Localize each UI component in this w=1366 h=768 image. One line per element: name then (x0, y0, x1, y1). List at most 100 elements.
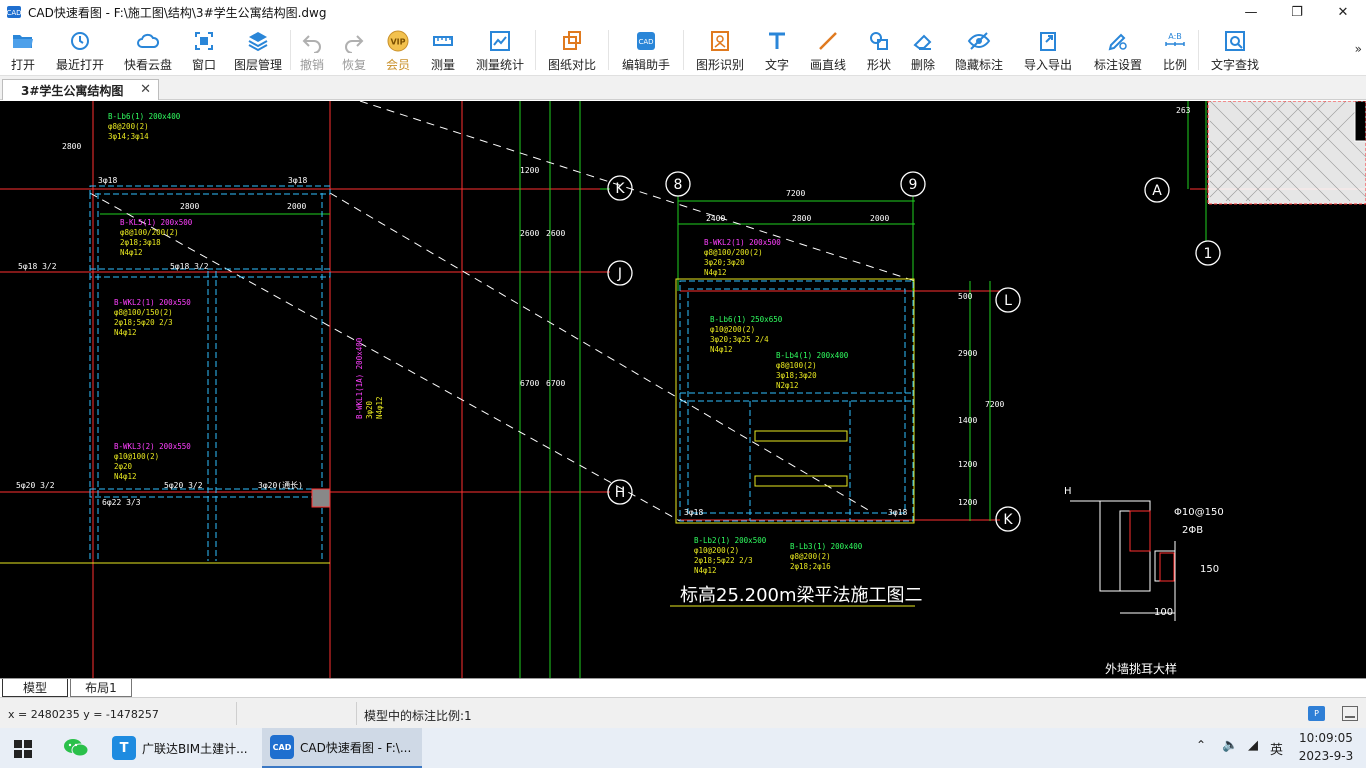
detail-label-2b: 2ΦB (1182, 525, 1203, 536)
cad-app-icon: CAD (6, 6, 22, 18)
taskbar-cad[interactable]: CAD CAD快速看图 - F:\... (262, 728, 422, 768)
speaker-icon[interactable]: 🔈 (1222, 738, 1238, 753)
clock-date[interactable]: 2023-9-3 (1296, 749, 1356, 763)
measure-button[interactable]: 测量 (421, 24, 465, 76)
close-tab-icon[interactable]: ✕ (140, 82, 151, 97)
beam-kl5: B-KL5(1) 200x500 (120, 218, 193, 227)
annotation-settings-icon (1108, 33, 1127, 51)
axis-label-1: 1 (1204, 246, 1213, 262)
beam-wkl2-bars: 2φ18;5φ20 2/3 (114, 318, 173, 327)
axis-label-j: J (617, 266, 622, 282)
document-tab[interactable]: 3#学生公寓结构图 ✕ (2, 79, 159, 100)
measure-stats-label: 测量统计 (475, 58, 524, 72)
edit-assistant-button[interactable]: CAD 编辑助手 (609, 24, 683, 76)
clock-time[interactable]: 10:09:05 (1296, 731, 1356, 745)
beam-wkl2-n: N4φ12 (114, 328, 137, 337)
beam-lb2-stirrup: φ10@200(2) (694, 546, 739, 555)
text-button[interactable]: 文字 (756, 24, 798, 76)
dim-1200-b: 1200 (958, 498, 977, 507)
line-label: 画直线 (809, 58, 846, 72)
cloud-label: 快看云盘 (123, 58, 172, 72)
ime-indicator[interactable]: 英 (1270, 739, 1283, 758)
svg-text:CAD: CAD (638, 38, 653, 46)
delete-button[interactable]: 删除 (900, 24, 946, 76)
redo-icon (345, 35, 364, 53)
beam-kl5-bars: 2φ18;3φ18 (120, 238, 161, 247)
scale-button[interactable]: A:B 比例 (1152, 24, 1198, 76)
axis-label-a: A (1152, 183, 1162, 199)
beam-kl5-stirrup: φ8@100/200(2) (120, 228, 179, 237)
windows-taskbar: T 广联达BIM土建计... CAD CAD快速看图 - F:\... ⌃ 🔈 … (0, 728, 1366, 768)
network-icon[interactable]: ◢ (1248, 738, 1258, 753)
dim-v-6700-b: 6700 (546, 379, 565, 388)
dim-1200-a: 1200 (958, 460, 977, 469)
layers-icon (248, 32, 268, 52)
redo-button[interactable]: 恢复 (333, 24, 375, 76)
text-icon (769, 32, 785, 49)
title-bar: CAD CAD快速看图 - F:\施工图\结构\3#学生公寓结构图.dwg — … (0, 0, 1366, 24)
beam-lb6-right-n: N4φ12 (710, 345, 733, 354)
axis-label-9: 9 (909, 177, 918, 193)
paper-mode-icon[interactable]: P (1308, 706, 1325, 721)
maximize-button[interactable]: ❐ (1274, 0, 1320, 24)
dim-v-2600-b: 2600 (546, 229, 565, 238)
windows-start-icon[interactable] (14, 740, 32, 758)
coordinate-readout: x = 2480235 y = -1478257 (8, 708, 159, 721)
beam-lb2: B-Lb2(1) 200x500 (694, 536, 767, 545)
window-button[interactable]: 窗口 (182, 24, 226, 76)
taskbar-glodon[interactable]: T 广联达BIM土建计... (106, 728, 258, 768)
beam-lb6-right-stirrup: φ10@200(2) (710, 325, 755, 334)
taskbar-glodon-label: 广联达BIM土建计... (142, 741, 248, 756)
taskbar-wechat[interactable] (56, 728, 96, 768)
minimize-button[interactable]: — (1228, 0, 1274, 24)
scale-label: 比例 (1162, 58, 1187, 72)
hide-annotation-label: 隐藏标注 (954, 58, 1003, 72)
cloud-button[interactable]: 快看云盘 (114, 24, 182, 76)
eraser-icon (913, 34, 932, 50)
window-mode-icon[interactable] (1342, 706, 1358, 721)
vip-button[interactable]: VIP 会员 (375, 24, 421, 76)
cloud-icon (137, 33, 160, 48)
line-button[interactable]: 画直线 (798, 24, 858, 76)
sheet-tab-model[interactable]: 模型 (2, 679, 68, 697)
drawing-canvas[interactable]: K J H 8 9 A 1 L K 2800 2000 7200 2400 28… (0, 101, 1366, 678)
beam-lb2-bars: 2φ18;5φ22 2/3 (694, 556, 753, 565)
beam-wkl3-stirrup: φ10@100(2) (114, 452, 159, 461)
rebar-label-2: 5φ18 3/2 (170, 262, 209, 271)
tray-expand-icon[interactable]: ⌃ (1196, 738, 1206, 752)
text-search-button[interactable]: 文字查找 (1199, 24, 1271, 76)
ruler-icon (433, 36, 453, 46)
rebar-label-3: 5φ20 3/2 (16, 481, 55, 490)
dim-2800-left: 2800 (180, 202, 199, 211)
hide-annotation-button[interactable]: 隐藏标注 (946, 24, 1012, 76)
beam-lb6-stirrup: φ8@200(2) (108, 122, 149, 131)
close-button[interactable]: ✕ (1320, 0, 1366, 24)
shape-button[interactable]: 形状 (858, 24, 900, 76)
window-title: CAD快速看图 - F:\施工图\结构\3#学生公寓结构图.dwg (28, 5, 327, 20)
status-bar: x = 2480235 y = -1478257 模型中的标注比例:1 P (0, 697, 1366, 728)
beam-lb4: B-Lb4(1) 200x400 (776, 351, 849, 360)
recent-button[interactable]: 最近打开 (46, 24, 114, 76)
beam-wkl2-stirrup: φ8@100/150(2) (114, 308, 173, 317)
rebar-label-9: 3φ18 (684, 508, 703, 517)
beam-wkl2-right-n: N4φ12 (704, 268, 727, 277)
undo-button[interactable]: 撤销 (291, 24, 333, 76)
open-label: 打开 (10, 58, 35, 72)
document-tab-bar: 3#学生公寓结构图 ✕ (0, 76, 1366, 100)
annotation-settings-button[interactable]: 标注设置 (1084, 24, 1152, 76)
layers-button[interactable]: 图层管理 (226, 24, 290, 76)
detail-label-rebar: Φ10@150 (1174, 507, 1224, 518)
shape-recognize-label: 图形识别 (695, 58, 744, 72)
shape-recognize-button[interactable]: 图形识别 (684, 24, 756, 76)
import-export-button[interactable]: 导入导出 (1012, 24, 1084, 76)
beam-wkl2-right: B-WKL2(1) 200x500 (704, 238, 781, 247)
open-button[interactable]: 打开 (0, 24, 46, 76)
text-search-label: 文字查找 (1210, 58, 1259, 72)
sheet-tab-layout1[interactable]: 布局1 (70, 679, 132, 697)
svg-text:A:B: A:B (1168, 32, 1182, 41)
sheet-tab-layout1-label: 布局1 (85, 681, 117, 695)
measure-stats-button[interactable]: 测量统计 (465, 24, 535, 76)
toolbar-more-button[interactable]: » (1355, 42, 1362, 56)
compare-button[interactable]: 图纸对比 (536, 24, 608, 76)
beam-lb6-left: B-Lb6(1) 200x400 (108, 112, 181, 121)
